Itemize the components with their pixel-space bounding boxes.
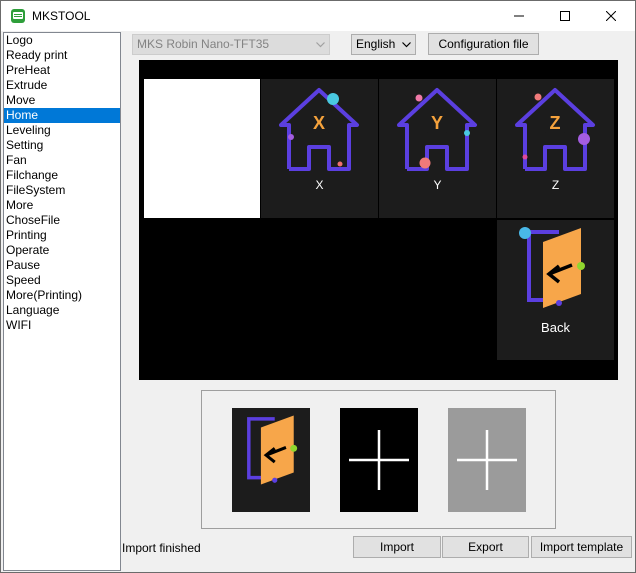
home-x-button[interactable]: X X bbox=[261, 79, 378, 218]
screen-list-item[interactable]: Language bbox=[4, 303, 120, 318]
import-template-button[interactable]: Import template bbox=[531, 536, 632, 558]
screen-list-item[interactable]: Speed bbox=[4, 273, 120, 288]
add-image-slot-pressed[interactable] bbox=[448, 408, 526, 512]
home-z-letter: Z bbox=[550, 113, 561, 133]
home-x-label: X bbox=[315, 178, 324, 192]
screen-list-item[interactable]: Leveling bbox=[4, 123, 120, 138]
close-icon bbox=[606, 11, 616, 21]
status-text: Import finished bbox=[122, 541, 201, 555]
back-door-thumb-icon bbox=[247, 415, 298, 485]
screen-list-item[interactable]: Logo bbox=[4, 33, 120, 48]
plus-icon bbox=[349, 430, 409, 490]
close-button[interactable] bbox=[588, 1, 634, 31]
add-image-slot[interactable] bbox=[340, 408, 418, 512]
device-select-value: MKS Robin Nano-TFT35 bbox=[137, 37, 270, 51]
app-icon bbox=[11, 9, 25, 23]
home-x-icon: X bbox=[279, 88, 359, 171]
home-z-icon: Z bbox=[515, 88, 595, 171]
minimize-button[interactable] bbox=[496, 1, 542, 31]
home-x-letter: X bbox=[313, 113, 325, 133]
home-z-button[interactable]: Z Z bbox=[497, 79, 614, 218]
screen-list-item[interactable]: Printing bbox=[4, 228, 120, 243]
screen-list-item[interactable]: Setting bbox=[4, 138, 120, 153]
home-y-letter: Y bbox=[431, 113, 443, 133]
title-bar: MKSTOOL bbox=[1, 1, 635, 31]
screen-list-item[interactable]: WIFI bbox=[4, 318, 120, 333]
back-label: Back bbox=[541, 320, 570, 335]
device-select[interactable]: MKS Robin Nano-TFT35 bbox=[132, 34, 330, 55]
screen-list-item[interactable]: Extrude bbox=[4, 78, 120, 93]
screen-list-item[interactable]: More bbox=[4, 198, 120, 213]
home-y-icon: Y bbox=[397, 88, 477, 171]
screen-list-item[interactable]: Ready print bbox=[4, 48, 120, 63]
language-select[interactable]: English bbox=[351, 34, 416, 55]
minimize-icon bbox=[514, 15, 524, 17]
import-button[interactable]: Import bbox=[353, 536, 441, 558]
configuration-file-button[interactable]: Configuration file bbox=[428, 33, 539, 55]
language-select-value: English bbox=[356, 37, 396, 51]
home-y-button[interactable]: Y Y bbox=[379, 79, 496, 218]
home-z-label: Z bbox=[551, 178, 560, 192]
screen-list-item[interactable]: Operate bbox=[4, 243, 120, 258]
screen-list-item[interactable]: FileSystem bbox=[4, 183, 120, 198]
screen-list-item[interactable]: More(Printing) bbox=[4, 288, 120, 303]
screen-list-item[interactable]: PreHeat bbox=[4, 63, 120, 78]
preview-blank-slot[interactable] bbox=[144, 79, 260, 218]
maximize-icon bbox=[560, 11, 570, 21]
back-image-slot[interactable] bbox=[232, 408, 310, 512]
export-button[interactable]: Export bbox=[442, 536, 529, 558]
home-y-label: Y bbox=[433, 178, 442, 192]
screen-list[interactable]: Logo Ready print PreHeat Extrude Move Ho… bbox=[3, 32, 121, 571]
plus-icon bbox=[457, 430, 517, 490]
back-door-icon bbox=[519, 227, 585, 308]
maximize-button[interactable] bbox=[542, 1, 588, 31]
screen-list-item[interactable]: Move bbox=[4, 93, 120, 108]
app-window: MKSTOOL Logo Ready print PreHeat Extrude… bbox=[0, 0, 636, 573]
chevron-down-icon bbox=[316, 42, 325, 48]
chevron-down-icon bbox=[402, 42, 411, 48]
screen-list-item[interactable]: Fan bbox=[4, 153, 120, 168]
screen-list-item-selected[interactable]: Home bbox=[4, 108, 120, 123]
screen-list-item[interactable]: Filchange bbox=[4, 168, 120, 183]
window-title: MKSTOOL bbox=[32, 9, 91, 23]
screen-list-item[interactable]: ChoseFile bbox=[4, 213, 120, 228]
back-button[interactable]: Back bbox=[497, 220, 614, 360]
screen-list-item[interactable]: Pause bbox=[4, 258, 120, 273]
